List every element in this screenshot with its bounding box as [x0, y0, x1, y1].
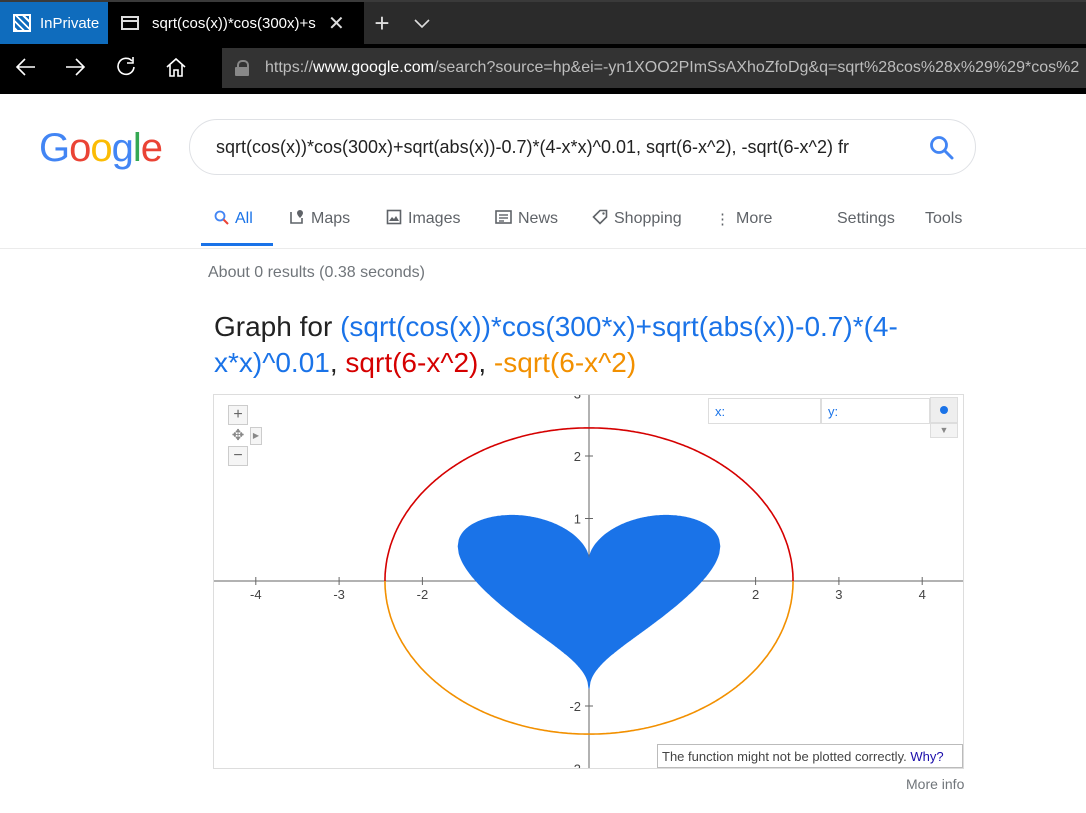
- chevron-down-icon[interactable]: [407, 6, 437, 40]
- graph-title-separator: ,: [478, 347, 494, 378]
- logo-letter: g: [111, 126, 134, 170]
- tab-shopping[interactable]: Shopping: [592, 208, 682, 230]
- x-tick-label: -3: [333, 587, 345, 602]
- address-bar[interactable]: https://www.google.com/search?source=hp&…: [222, 48, 1086, 88]
- tab-tools[interactable]: Tools: [925, 208, 962, 230]
- tab-tools-label: Tools: [925, 210, 963, 227]
- y-field[interactable]: y:: [821, 398, 930, 424]
- tag-icon: [592, 209, 608, 229]
- plot-warning-text: The function might not be plotted correc…: [662, 749, 911, 764]
- y-tick-label: 3: [574, 395, 581, 402]
- forward-icon[interactable]: [53, 44, 97, 92]
- url-text: https://www.google.com/search?source=hp&…: [265, 59, 1080, 76]
- navigation-bar: https://www.google.com/search?source=hp&…: [0, 44, 1086, 94]
- tab-all-label: All: [235, 210, 253, 227]
- y-tick-label: 2: [574, 449, 581, 464]
- x-tick-label: 3: [835, 587, 842, 602]
- y-tick-label: -3: [569, 762, 581, 770]
- map-pin-icon: [289, 209, 305, 229]
- active-tab-indicator: [201, 243, 273, 246]
- refresh-icon[interactable]: [104, 44, 148, 92]
- lock-icon: [234, 60, 250, 76]
- result-stats: About 0 results (0.38 seconds): [208, 264, 426, 281]
- dropdown-arrow-icon[interactable]: ▼: [930, 423, 958, 438]
- zoom-controls-bottom: −: [228, 446, 250, 466]
- back-icon[interactable]: [4, 44, 48, 92]
- tab-title: sqrt(cos(x))*cos(300x)+s: [152, 14, 316, 32]
- coordinate-fields: x: y: ▼: [708, 396, 963, 438]
- logo-letter: e: [140, 126, 163, 170]
- x-tick-label: -4: [250, 587, 262, 602]
- y-tick-label: 1: [574, 512, 581, 527]
- new-tab-icon[interactable]: +: [366, 6, 398, 40]
- logo-letter: o: [90, 126, 112, 170]
- tab-settings-label: Settings: [837, 210, 895, 227]
- inprivate-label: InPrivate: [40, 14, 100, 32]
- more-vert-icon: ⋮: [715, 211, 730, 228]
- browser-tab[interactable]: sqrt(cos(x))*cos(300x)+s ✕: [108, 2, 364, 44]
- x-tick-label: 4: [919, 587, 926, 602]
- x-tick-label: -2: [417, 587, 429, 602]
- tab-settings[interactable]: Settings: [837, 208, 895, 230]
- logo-letter: G: [39, 126, 70, 170]
- close-tab-icon[interactable]: ✕: [328, 11, 345, 36]
- search-icon: [214, 210, 229, 229]
- plot-warning: The function might not be plotted correc…: [657, 744, 963, 768]
- news-icon: [495, 210, 512, 228]
- home-icon[interactable]: [154, 44, 198, 92]
- function-graph[interactable]: -4 -3 -2 2 3 4 2 1 -2 3 -3 + ✥ ▶ − x: y: ▼ The fun…: [213, 394, 964, 769]
- image-icon: [386, 209, 402, 229]
- tab-images[interactable]: Images: [386, 208, 460, 230]
- logo-letter: o: [69, 126, 91, 170]
- tab-maps-label: Maps: [311, 210, 351, 227]
- graph-title-prefix: Graph for: [214, 311, 341, 342]
- tab-bar: InPrivate sqrt(cos(x))*cos(300x)+s ✕ +: [0, 0, 1086, 44]
- logo-letter: l: [132, 126, 142, 170]
- search-box[interactable]: sqrt(cos(x))*cos(300x)+sqrt(abs(x))-0.7)…: [189, 119, 976, 175]
- pan-icon[interactable]: ✥: [228, 426, 248, 446]
- tab-news[interactable]: News: [495, 208, 558, 230]
- function-selector-button[interactable]: [930, 397, 958, 423]
- page-icon: [121, 16, 139, 30]
- tab-maps[interactable]: Maps: [289, 208, 350, 230]
- tab-shopping-label: Shopping: [614, 210, 682, 227]
- tab-more[interactable]: ⋮ More: [715, 208, 772, 230]
- y-tick-label: -2: [569, 699, 581, 714]
- google-logo[interactable]: Google: [39, 126, 163, 171]
- search-tabs: All Maps Images News Shopping ⋮ More Set…: [0, 198, 1086, 249]
- search-icon[interactable]: [928, 134, 956, 162]
- x-tick-label: 2: [752, 587, 759, 602]
- zoom-in-button[interactable]: +: [228, 405, 248, 425]
- search-input[interactable]: sqrt(cos(x))*cos(300x)+sqrt(abs(x))-0.7)…: [216, 137, 916, 158]
- tab-more-label: More: [736, 210, 773, 227]
- tab-news-label: News: [518, 210, 559, 227]
- graph-title-separator: ,: [329, 347, 346, 378]
- zoom-out-button[interactable]: −: [228, 446, 248, 466]
- zoom-controls: +: [228, 405, 250, 425]
- graph-title-function-3: -sqrt(6-x^2): [493, 347, 637, 378]
- x-field[interactable]: x:: [708, 398, 821, 424]
- more-info-link[interactable]: More info: [906, 776, 964, 792]
- graph-canvas[interactable]: -4 -3 -2 2 3 4 2 1 -2 3 -3: [214, 395, 964, 769]
- why-link[interactable]: Why?: [910, 749, 943, 764]
- tab-images-label: Images: [408, 210, 461, 227]
- graph-title-function-2: sqrt(6-x^2): [345, 347, 479, 378]
- tab-all[interactable]: All: [214, 208, 253, 230]
- pan-expand-icon[interactable]: ▶: [250, 427, 262, 445]
- inprivate-indicator[interactable]: InPrivate: [0, 2, 108, 44]
- graph-title: Graph for (sqrt(cos(x))*cos(300*x)+sqrt(…: [214, 309, 974, 381]
- inprivate-icon: [13, 14, 31, 32]
